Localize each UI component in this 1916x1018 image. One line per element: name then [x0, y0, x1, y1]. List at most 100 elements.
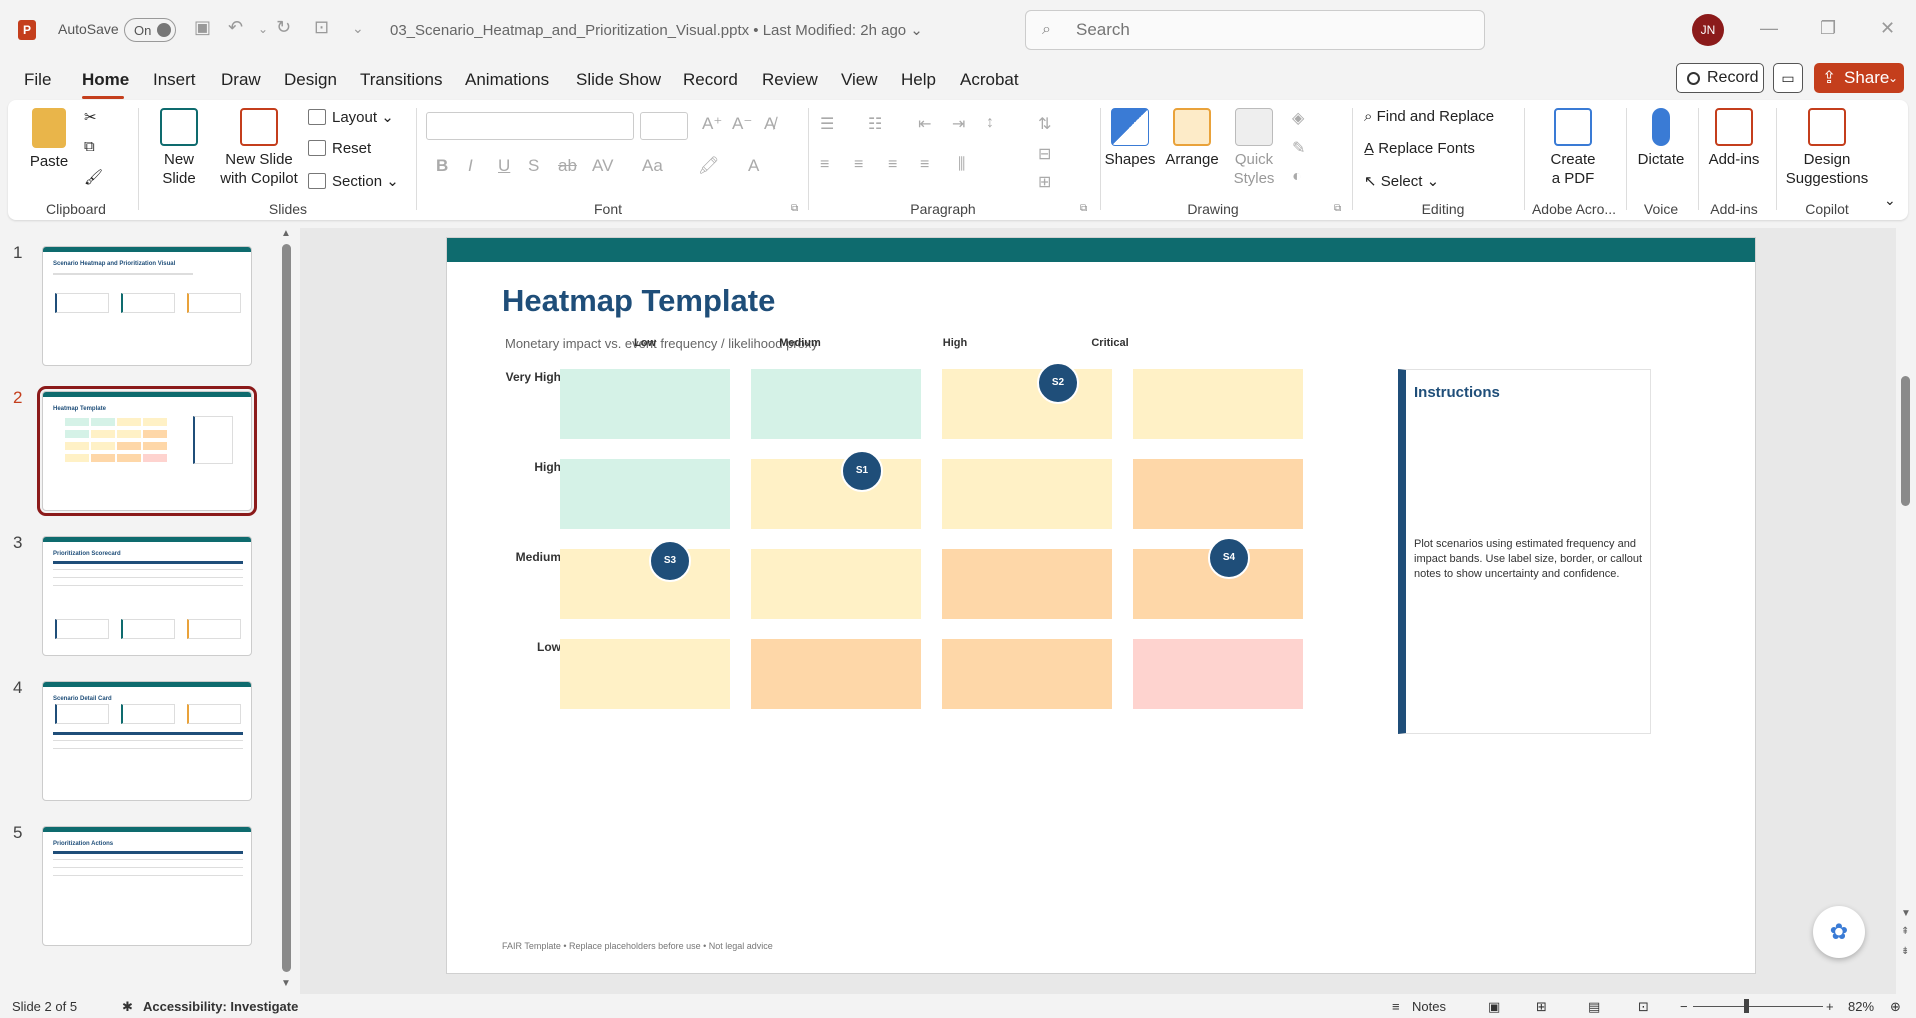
format-painter-icon[interactable]: 🖌 [84, 168, 103, 186]
slideshow-icon[interactable]: ⊡ [1638, 999, 1649, 1015]
close-icon[interactable]: ✕ [1880, 18, 1895, 39]
menu-review[interactable]: Review [762, 70, 818, 90]
character-spacing-icon[interactable]: AV [592, 156, 613, 176]
search-input[interactable] [1076, 19, 1456, 41]
columns-icon[interactable]: ⫼ [958, 156, 965, 174]
heatmap-cell[interactable] [560, 639, 730, 709]
design-suggestions-button[interactable]: Design Suggestions [1778, 108, 1876, 188]
heatmap-cell[interactable] [751, 639, 921, 709]
copy-icon[interactable]: ⧉ [84, 138, 95, 155]
menu-draw[interactable]: Draw [221, 70, 261, 90]
slide[interactable]: Heatmap Template Monetary impact vs. eve… [446, 237, 1756, 974]
zoom-in-icon[interactable]: + [1826, 999, 1834, 1014]
shadow-icon[interactable]: S [528, 156, 539, 176]
scenario-bubble-s4[interactable]: S4 [1208, 537, 1250, 579]
menu-record[interactable]: Record [683, 70, 738, 90]
comments-button[interactable]: ▭ [1773, 63, 1803, 93]
replace-fonts-button[interactable]: A̲ Replace Fonts [1364, 140, 1475, 157]
autosave-toggle[interactable]: On [124, 18, 176, 42]
present-icon[interactable]: ⊡ [314, 17, 329, 38]
drawing-dialog-launcher-icon[interactable]: ⧉ [1334, 203, 1341, 214]
dictate-button[interactable]: Dictate [1630, 108, 1692, 169]
shape-outline-icon[interactable]: ✎ [1292, 138, 1305, 158]
cut-icon[interactable]: ✂ [84, 108, 97, 126]
shape-fill-icon[interactable]: ◈ [1292, 108, 1304, 128]
font-color-icon[interactable]: A [748, 156, 759, 176]
menu-transitions[interactable]: Transitions [360, 70, 443, 90]
menu-help[interactable]: Help [901, 70, 936, 90]
heatmap-cell[interactable] [560, 459, 730, 529]
menu-acrobat[interactable]: Acrobat [960, 70, 1019, 90]
arrange-button[interactable]: Arrange [1160, 108, 1224, 169]
instructions-card[interactable]: Instructions Plot scenarios using estima… [1398, 369, 1651, 734]
reset-button[interactable]: Reset [308, 140, 371, 157]
align-right-icon[interactable]: ≡ [888, 156, 897, 174]
underline-icon[interactable]: U [498, 156, 510, 176]
notes-button[interactable]: Notes [1412, 999, 1446, 1014]
decrease-indent-icon[interactable]: ⇤ [918, 114, 931, 134]
next-slide-icon[interactable]: ⇟ [1901, 946, 1909, 957]
menu-home[interactable]: Home [82, 70, 129, 90]
font-family-dropdown[interactable] [426, 112, 634, 140]
document-title[interactable]: 03_Scenario_Heatmap_and_Prioritization_V… [390, 21, 923, 39]
slide-title[interactable]: Heatmap Template [502, 283, 775, 319]
slide-sorter-icon[interactable]: ⊞ [1536, 999, 1547, 1015]
zoom-slider[interactable] [1693, 1006, 1823, 1007]
zoom-level[interactable]: 82% [1848, 999, 1874, 1014]
text-direction-icon[interactable]: ⇅ [1038, 114, 1051, 134]
menu-design[interactable]: Design [284, 70, 337, 90]
create-pdf-button[interactable]: Create a PDF [1528, 108, 1618, 188]
undo-icon[interactable]: ↶ [228, 17, 243, 38]
thumbnails-scrollbar[interactable] [282, 244, 291, 972]
heatmap-cell[interactable] [751, 459, 921, 529]
search-box[interactable]: ⌕ [1025, 10, 1485, 50]
heatmap-cell[interactable] [942, 369, 1112, 439]
reading-view-icon[interactable]: ▤ [1588, 999, 1600, 1015]
heatmap-cell[interactable] [751, 549, 921, 619]
find-replace-button[interactable]: ⌕ Find and Replace [1364, 108, 1494, 125]
avatar[interactable]: JN [1692, 14, 1724, 46]
save-icon[interactable]: ▣ [194, 17, 211, 38]
heatmap-cell[interactable] [1133, 459, 1303, 529]
slide-thumbnail-1[interactable]: Scenario Heatmap and Prioritization Visu… [42, 246, 252, 366]
record-button[interactable]: Record [1676, 63, 1764, 93]
new-slide-button[interactable]: New Slide [154, 108, 204, 188]
bullets-icon[interactable]: ☰ [820, 114, 834, 134]
heatmap-cell[interactable] [751, 369, 921, 439]
canvas-scrollbar[interactable] [1901, 376, 1910, 506]
quick-styles-button[interactable]: Quick Styles [1226, 108, 1282, 188]
menu-slide-show[interactable]: Slide Show [576, 70, 661, 90]
new-slide-copilot-button[interactable]: New Slide with Copilot [214, 108, 304, 188]
heatmap-cell[interactable] [942, 639, 1112, 709]
shape-effects-icon[interactable]: ◐ [1292, 168, 1302, 186]
heatmap-cell[interactable] [942, 459, 1112, 529]
menu-view[interactable]: View [841, 70, 878, 90]
addins-button[interactable]: Add-ins [1702, 108, 1766, 169]
numbering-icon[interactable]: ☷ [868, 114, 882, 134]
zoom-out-icon[interactable]: − [1680, 999, 1688, 1014]
select-button[interactable]: ↖ Select ⌄ [1364, 172, 1439, 190]
bold-icon[interactable]: B [436, 156, 448, 176]
layout-button[interactable]: Layout ⌄ [308, 108, 394, 126]
line-spacing-icon[interactable]: ↕ [986, 114, 994, 132]
shapes-button[interactable]: Shapes [1102, 108, 1158, 169]
normal-view-icon[interactable]: ▣ [1488, 999, 1500, 1015]
redo-icon[interactable]: ↻ [276, 17, 291, 38]
slide-thumbnail-4[interactable]: Scenario Detail Card [42, 681, 252, 801]
slide-thumbnail-5[interactable]: Prioritization Actions [42, 826, 252, 946]
slide-thumbnail-2[interactable]: Heatmap Template [37, 386, 257, 516]
menu-file[interactable]: File [24, 70, 51, 90]
fit-to-window-icon[interactable]: ⊕ [1890, 999, 1901, 1015]
scroll-down-icon[interactable]: ▼ [1901, 908, 1911, 919]
align-text-icon[interactable]: ⊟ [1038, 144, 1051, 164]
menu-animations[interactable]: Animations [465, 70, 549, 90]
clear-formatting-icon[interactable]: A̸ [764, 114, 775, 134]
heatmap-cell[interactable] [1133, 369, 1303, 439]
strikethrough-icon[interactable]: ab [558, 156, 577, 176]
slide-thumbnail-3[interactable]: Prioritization Scorecard [42, 536, 252, 656]
customize-toolbar-icon[interactable]: ⌄ [352, 20, 364, 37]
menu-insert[interactable]: Insert [153, 70, 196, 90]
align-center-icon[interactable]: ≡ [854, 156, 863, 174]
heatmap-cell[interactable] [560, 549, 730, 619]
align-left-icon[interactable]: ≡ [820, 156, 829, 174]
